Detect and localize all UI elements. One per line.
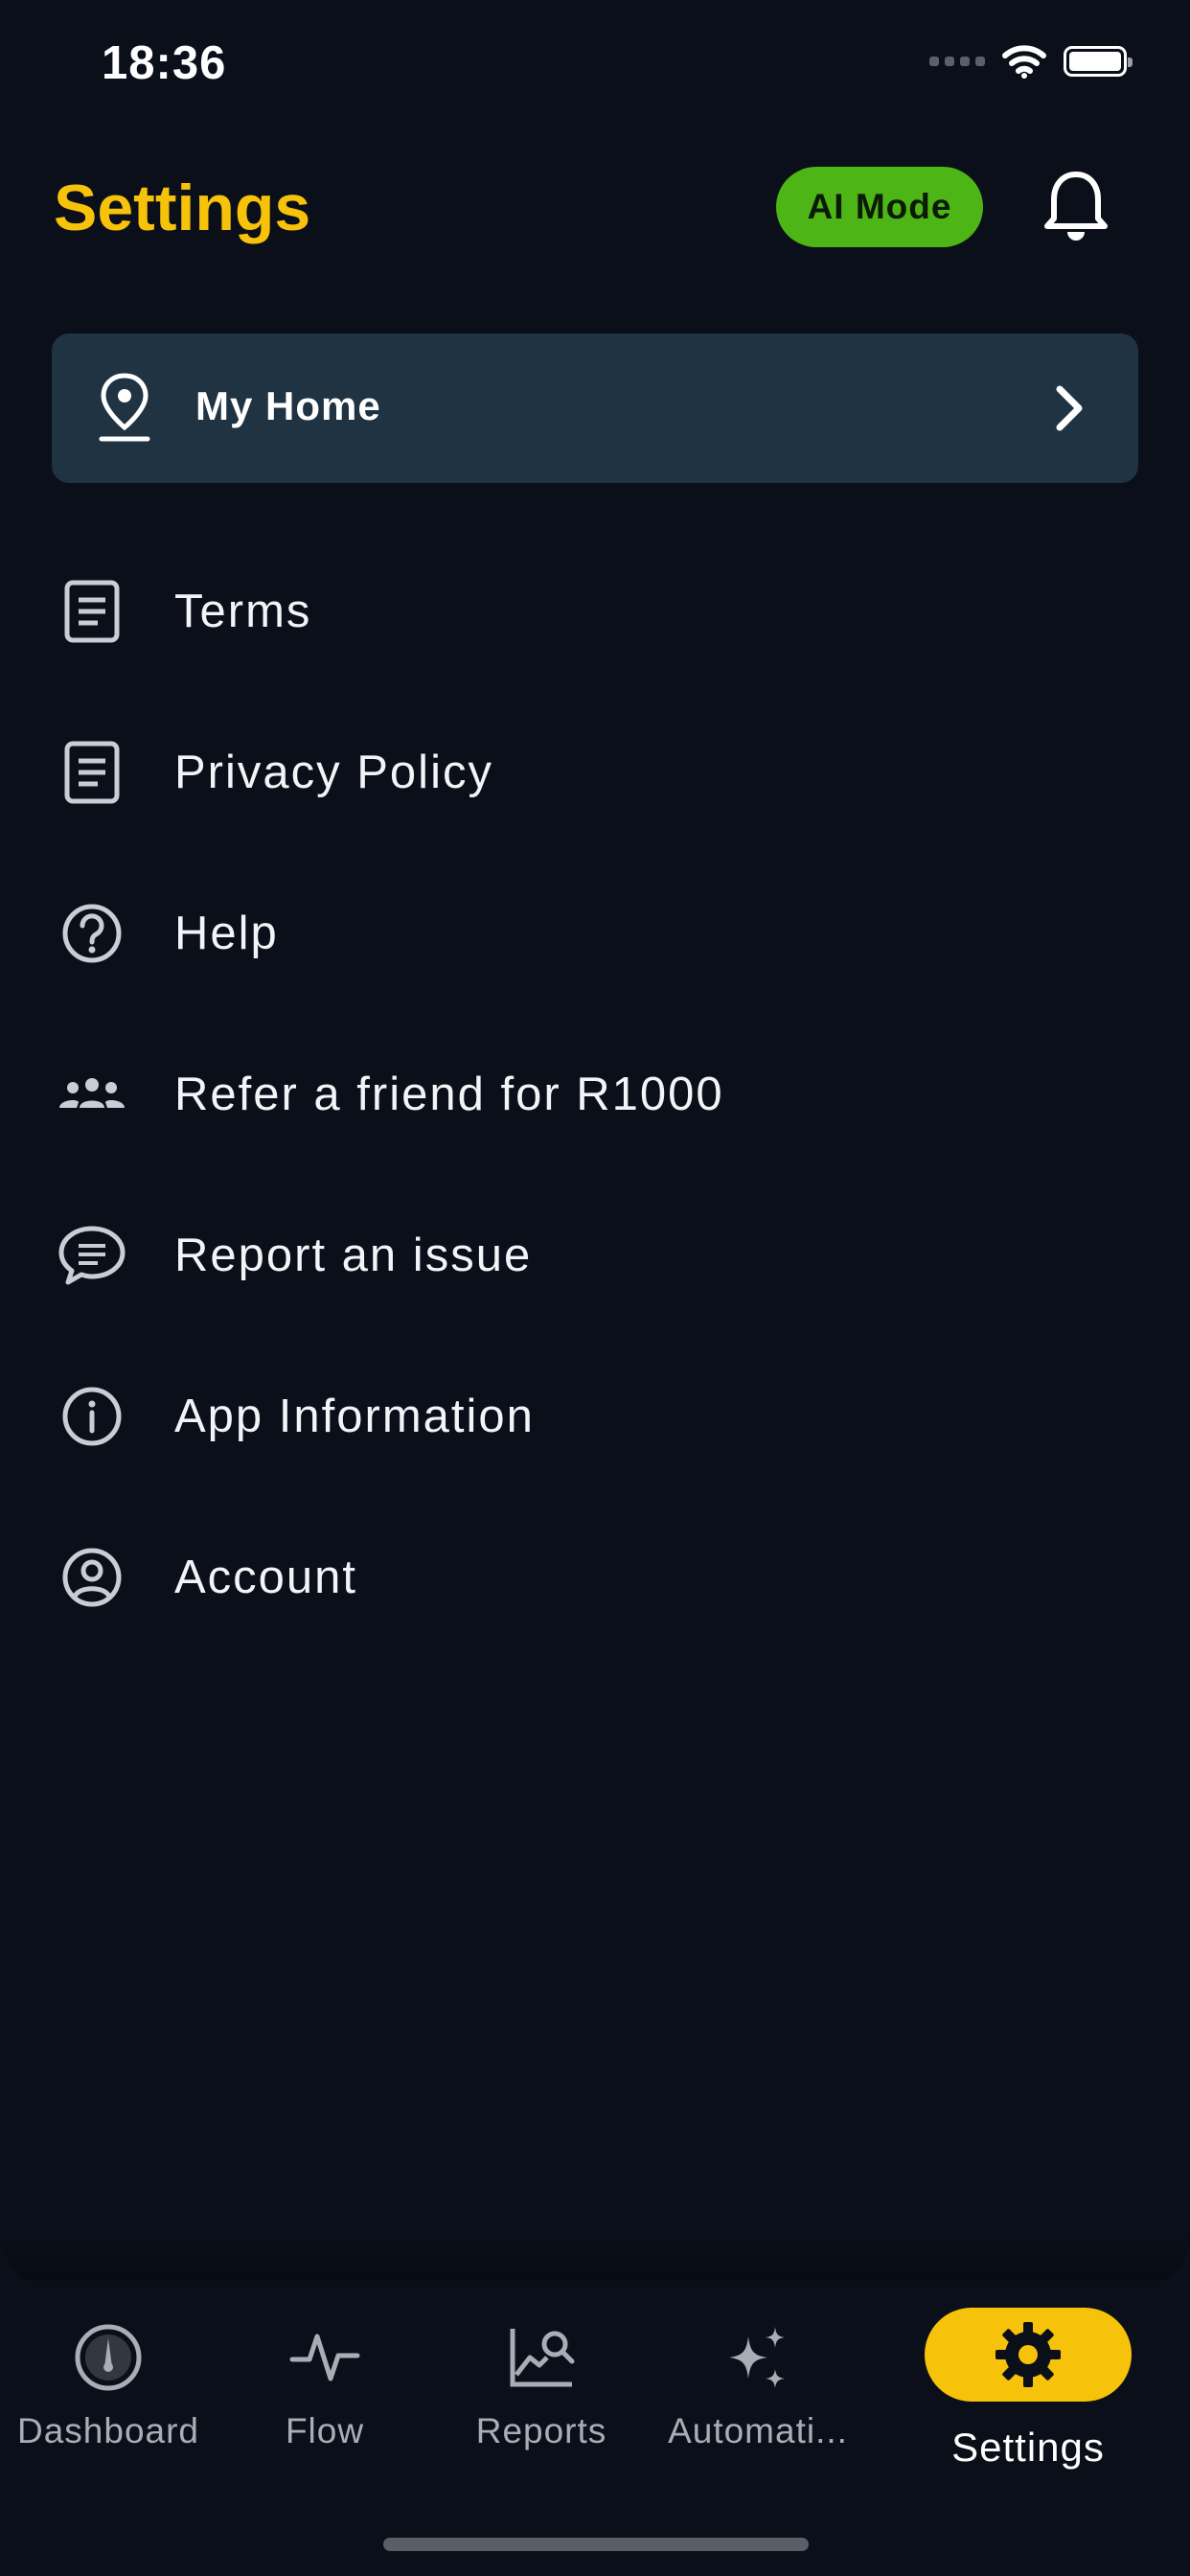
menu-item-report-issue[interactable]: Report an issue	[0, 1175, 1190, 1336]
ai-mode-button[interactable]: AI Mode	[776, 167, 983, 247]
menu-item-label: Report an issue	[174, 1230, 533, 1281]
tab-label: Reports	[475, 2411, 607, 2450]
tab-label: Settings	[951, 2425, 1105, 2470]
status-icons	[929, 44, 1133, 79]
tab-dashboard[interactable]: Dashboard	[0, 2281, 217, 2472]
menu-item-app-information[interactable]: App Information	[0, 1336, 1190, 1497]
chat-bubble-icon	[58, 1226, 126, 1285]
tab-automations[interactable]: Automati...	[650, 2281, 866, 2472]
menu-item-label: App Information	[174, 1391, 535, 1442]
menu-item-refer-friend[interactable]: Refer a friend for R1000	[0, 1014, 1190, 1175]
header: Settings AI Mode	[0, 153, 1190, 268]
tab-label: Automati...	[668, 2411, 848, 2450]
tab-label: Dashboard	[16, 2411, 199, 2450]
gear-icon	[995, 2322, 1061, 2387]
chevron-right-icon	[1056, 385, 1083, 431]
menu-item-label: Privacy Policy	[174, 747, 493, 798]
question-circle-icon	[62, 904, 122, 963]
tab-active-indicator[interactable]	[925, 2308, 1132, 2402]
wifi-icon	[1002, 45, 1046, 79]
document-icon	[64, 741, 120, 804]
pulse-icon	[289, 2334, 360, 2381]
menu-item-terms[interactable]: Terms	[0, 531, 1190, 692]
home-selector-card[interactable]: My Home	[52, 334, 1138, 483]
bottom-tab-bar: Dashboard Flow Reports Automati... Setti…	[0, 2281, 1190, 2576]
gauge-icon	[75, 2324, 142, 2391]
tab-flow[interactable]: Flow	[217, 2281, 433, 2472]
bell-icon[interactable]	[1042, 169, 1110, 245]
chart-search-icon	[510, 2329, 575, 2387]
location-pin-icon	[99, 373, 150, 442]
battery-icon	[1064, 46, 1133, 77]
cellular-signal-icon	[929, 57, 985, 66]
menu-item-help[interactable]: Help	[0, 853, 1190, 1014]
info-circle-icon	[62, 1387, 122, 1446]
users-group-icon	[59, 1078, 125, 1108]
tab-label: Flow	[285, 2411, 365, 2450]
menu-item-account[interactable]: Account	[0, 1497, 1190, 1658]
settings-menu: Terms Privacy Policy Help Refer a friend…	[0, 531, 1190, 1658]
document-icon	[64, 580, 120, 643]
tab-reports[interactable]: Reports	[433, 2281, 650, 2472]
status-time: 18:36	[102, 37, 227, 89]
menu-item-label: Terms	[174, 586, 312, 637]
user-circle-icon	[62, 1548, 122, 1607]
sparkles-icon	[729, 2327, 785, 2388]
page-title: Settings	[54, 172, 311, 244]
home-name: My Home	[195, 383, 381, 428]
menu-item-label: Refer a friend for R1000	[174, 1069, 724, 1120]
home-indicator	[383, 2538, 809, 2551]
menu-item-label: Account	[174, 1552, 358, 1603]
menu-item-privacy-policy[interactable]: Privacy Policy	[0, 692, 1190, 853]
menu-item-label: Help	[174, 908, 279, 959]
status-bar: 18:36	[0, 0, 1190, 134]
